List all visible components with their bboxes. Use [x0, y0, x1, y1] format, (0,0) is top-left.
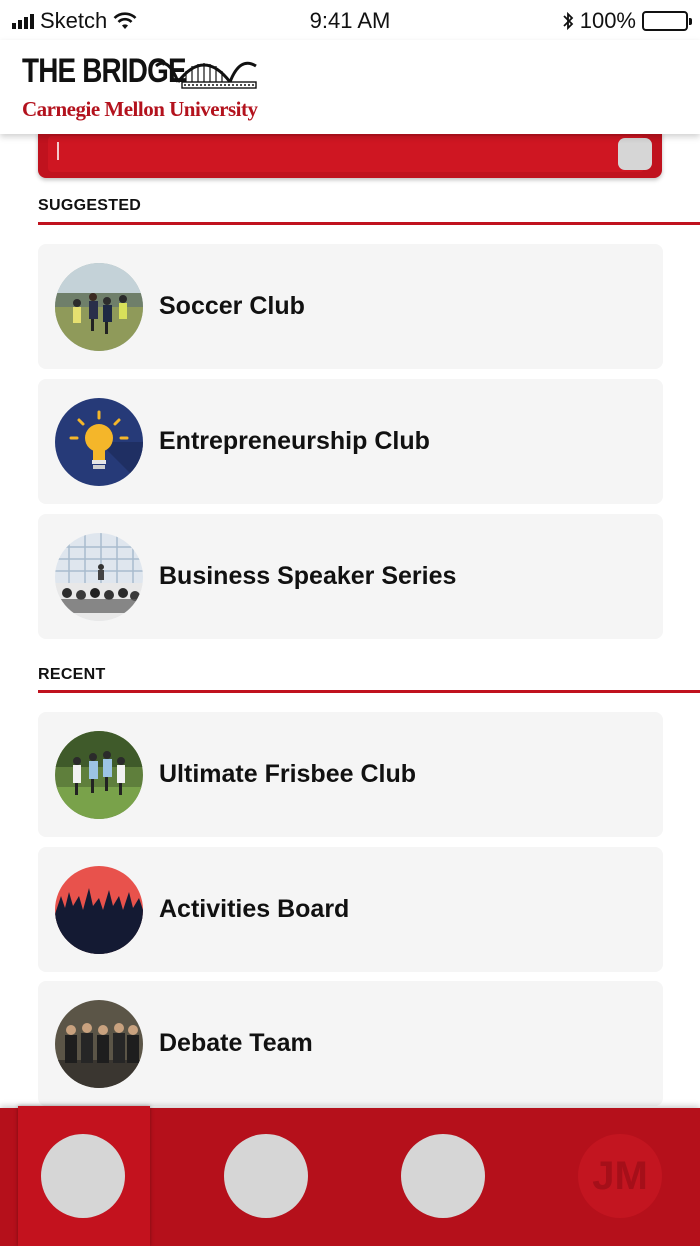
section-heading-recent: RECENT [38, 666, 106, 683]
search-bar [38, 132, 662, 178]
list-item-label: Debate Team [159, 1029, 313, 1057]
section-divider [38, 690, 700, 693]
team-photo-icon [55, 1000, 143, 1088]
nav-button-1[interactable] [41, 1134, 125, 1218]
status-right: 100% [562, 8, 692, 34]
list-item-label: Ultimate Frisbee Club [159, 760, 416, 788]
list-item-label: Activities Board [159, 895, 350, 923]
list-item-label: Entrepreneurship Club [159, 427, 430, 455]
bridge-logo-icon [155, 61, 257, 89]
list-item-business-speaker-series[interactable]: Business Speaker Series [38, 514, 663, 639]
nav-button-2[interactable] [224, 1134, 308, 1218]
soccer-photo-icon [55, 263, 143, 351]
list-item-label: Business Speaker Series [159, 562, 457, 590]
list-item-ultimate-frisbee-club[interactable]: Ultimate Frisbee Club [38, 712, 663, 837]
section-divider [38, 222, 700, 225]
frisbee-photo-icon [55, 731, 143, 819]
search-button[interactable] [618, 138, 652, 170]
audience-photo-icon [55, 533, 143, 621]
list-item-activities-board[interactable]: Activities Board [38, 847, 663, 972]
bluetooth-icon [563, 11, 573, 31]
search-input[interactable] [48, 136, 644, 172]
section-heading-suggested: SUGGESTED [38, 197, 142, 214]
list-item-label: Soccer Club [159, 292, 305, 320]
nav-button-3[interactable] [401, 1134, 485, 1218]
lightbulb-icon [55, 398, 143, 486]
list-item-soccer-club[interactable]: Soccer Club [38, 244, 663, 369]
profile-avatar[interactable]: JM [578, 1134, 662, 1218]
logo-subtitle: Carnegie Mellon University [22, 97, 258, 121]
app-header: THE BRIDGE Carnegie Mellon University [0, 40, 700, 134]
crowd-silhouette-icon [55, 866, 143, 954]
battery-icon [642, 11, 692, 31]
list-item-debate-team[interactable]: Debate Team [38, 981, 663, 1106]
bottom-nav: JM [0, 1106, 700, 1246]
list-item-entrepreneurship-club[interactable]: Entrepreneurship Club [38, 379, 663, 504]
status-bar: Sketch 9:41 AM 100% [0, 0, 700, 40]
text-cursor [57, 142, 59, 160]
battery-percent: 100% [579, 8, 636, 33]
